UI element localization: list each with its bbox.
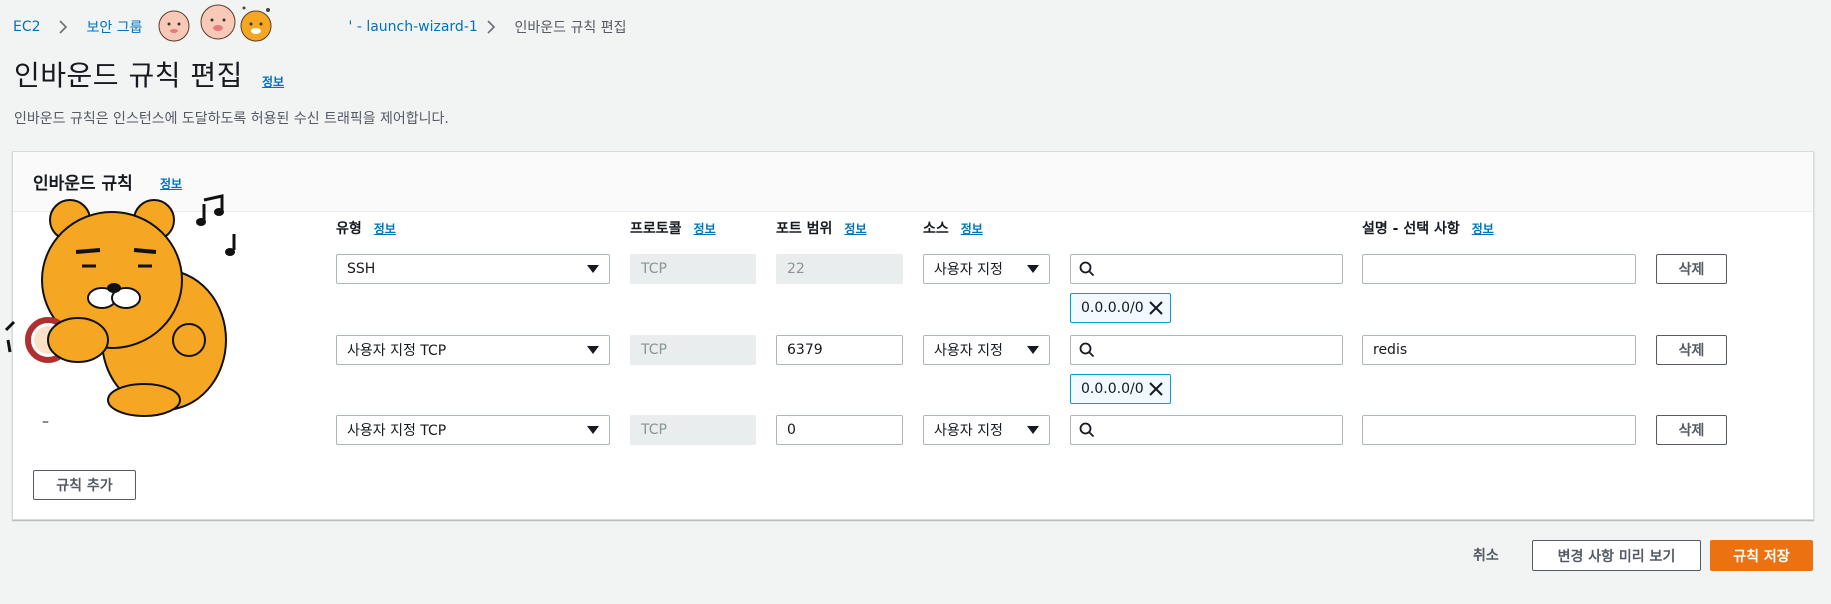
description-input[interactable] (1362, 254, 1636, 284)
search-icon (1079, 422, 1095, 442)
breadcrumb: EC2 보안 그룹 ' - launch-wizard-1 인바운드 규칙 편집 (13, 18, 626, 36)
rule-type-select[interactable]: 사용자 지정 TCP (336, 415, 610, 445)
column-info-link[interactable]: 정보 (694, 222, 716, 236)
protocol-field: TCP (630, 335, 756, 365)
breadcrumb-current: 인바운드 규칙 편집 (514, 20, 627, 36)
column-header-description: 설명 - 선택 사항 정보 (1362, 218, 1494, 238)
close-icon[interactable] (1148, 381, 1164, 401)
column-label: 프로토콜 (630, 221, 682, 237)
source-mode-select[interactable]: 사용자 지정 (923, 335, 1050, 365)
caret-down-icon (1027, 265, 1039, 273)
page-info-link[interactable]: 정보 (262, 73, 284, 90)
source-mode-value: 사용자 지정 (934, 423, 1003, 439)
delete-rule-button[interactable]: 삭제 (1656, 415, 1727, 445)
save-rules-button[interactable]: 규칙 저장 (1710, 540, 1813, 571)
column-header-port-range: 포트 범위 정보 (776, 218, 867, 238)
column-header-source: 소스 정보 (923, 218, 983, 238)
cancel-link[interactable]: 취소 (1473, 545, 1499, 565)
column-info-link[interactable]: 정보 (844, 222, 866, 236)
caret-down-icon (587, 265, 599, 273)
apeach-sticker (158, 4, 276, 50)
page-description: 인바운드 규칙은 인스턴스에 도달하도록 허용된 수신 트래픽을 제어합니다. (14, 111, 449, 127)
chevron-right-icon (481, 20, 503, 34)
breadcrumb-security-group-label: ' - launch-wizard-1 (348, 19, 478, 35)
search-icon (1079, 261, 1095, 281)
source-search-input[interactable] (1070, 335, 1343, 365)
caret-down-icon (1027, 426, 1039, 434)
source-mode-value: 사용자 지정 (934, 343, 1003, 359)
rule-type-value: SSH (347, 261, 376, 277)
column-label: 유형 (336, 221, 362, 237)
column-header-protocol: 프로토콜 정보 (630, 218, 716, 238)
chevron-right-icon (53, 20, 75, 34)
cidr-token: 0.0.0.0/0 (1070, 293, 1171, 323)
column-header-type: 유형 정보 (336, 218, 396, 238)
cidr-token: 0.0.0.0/0 (1070, 374, 1171, 404)
port-range-input[interactable]: 6379 (776, 335, 903, 365)
rule-type-select[interactable]: 사용자 지정 TCP (336, 335, 610, 365)
music-note-icon (196, 194, 236, 256)
breadcrumb-security-groups[interactable]: 보안 그룹 (87, 17, 143, 37)
source-search-input[interactable] (1070, 254, 1343, 284)
ryan-sticker (4, 190, 244, 424)
protocol-field: TCP (630, 254, 756, 284)
close-icon[interactable] (1148, 300, 1164, 320)
rule-type-value: 사용자 지정 TCP (347, 423, 447, 439)
delete-rule-button[interactable]: 삭제 (1656, 335, 1727, 365)
source-mode-value: 사용자 지정 (934, 262, 1003, 278)
breadcrumb-ec2[interactable]: EC2 (13, 19, 41, 35)
column-label: 포트 범위 (776, 221, 833, 237)
source-mode-select[interactable]: 사용자 지정 (923, 415, 1050, 445)
column-label: 설명 - 선택 사항 (1362, 221, 1460, 237)
caret-down-icon (1027, 346, 1039, 354)
column-info-link[interactable]: 정보 (1472, 222, 1494, 236)
source-search-input[interactable] (1070, 415, 1343, 445)
port-range-input[interactable]: 0 (776, 415, 903, 445)
page-title: 인바운드 규칙 편집 (14, 59, 243, 92)
column-info-link[interactable]: 정보 (374, 222, 396, 236)
port-range-input: 22 (776, 254, 903, 284)
caret-down-icon (587, 346, 599, 354)
protocol-field: TCP (630, 415, 756, 445)
description-input[interactable]: redis (1362, 335, 1636, 365)
delete-rule-button[interactable]: 삭제 (1656, 254, 1727, 284)
search-icon (1079, 342, 1095, 362)
column-info-link[interactable]: 정보 (961, 222, 983, 236)
rule-type-value: 사용자 지정 TCP (347, 343, 447, 359)
cidr-token-label: 0.0.0.0/0 (1081, 300, 1144, 316)
add-rule-button[interactable]: 규칙 추가 (33, 470, 136, 500)
caret-down-icon (587, 426, 599, 434)
preview-changes-button[interactable]: 변경 사항 미리 보기 (1532, 540, 1701, 571)
description-input[interactable] (1362, 415, 1636, 445)
panel-header (13, 152, 1813, 212)
rule-type-select[interactable]: SSH (336, 254, 610, 284)
column-label: 소스 (923, 221, 949, 237)
source-mode-select[interactable]: 사용자 지정 (923, 254, 1050, 284)
cidr-token-label: 0.0.0.0/0 (1081, 381, 1144, 397)
